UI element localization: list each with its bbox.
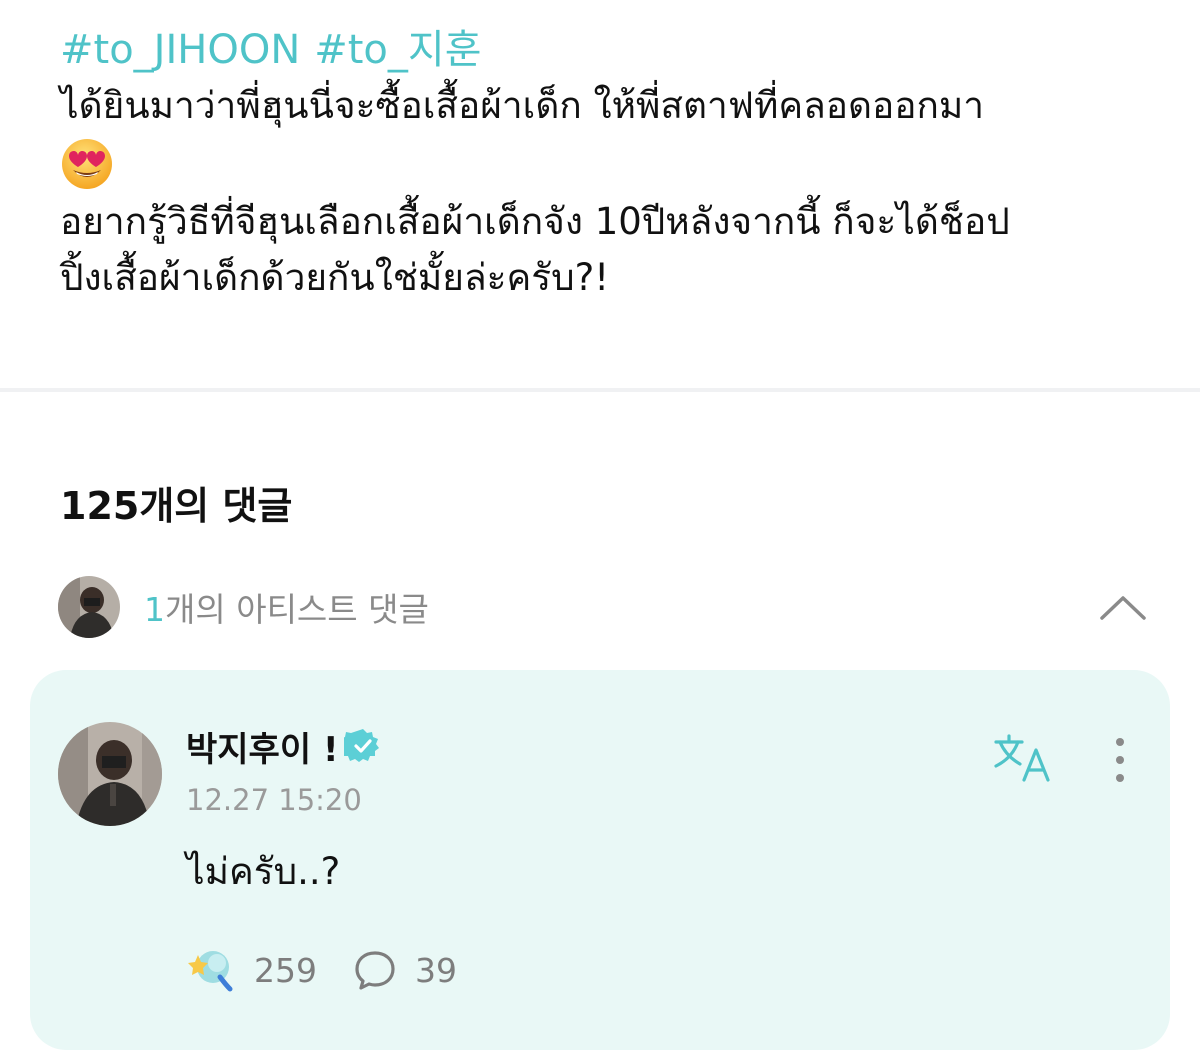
post-detail-page: #to_JIHOON #to_지훈 ได้ยินมาว่าพี่ฮุนนี่จะซ… [0, 0, 1200, 1055]
section-divider [0, 388, 1200, 392]
artist-comments-label: 1개의 아티스트 댓글 [144, 590, 429, 629]
hashtag-link[interactable]: #to_JIHOON [60, 27, 300, 73]
comment-count-heading: 125개의 댓글 [60, 484, 293, 528]
artist-comment-card: 박지후이 ! 12.27 15:20 ไม่ครับ..? 259 39 [30, 670, 1170, 1050]
avatar [58, 576, 120, 638]
verified-badge-icon [344, 729, 380, 762]
like-reaction-icon [188, 951, 233, 992]
more-vertical-icon[interactable] [1108, 734, 1132, 786]
hashtag-row: #to_JIHOON #to_지훈 [60, 22, 1160, 78]
like-reaction[interactable]: 259 [186, 947, 317, 993]
like-count: 259 [254, 950, 317, 990]
comment-bubble-icon [355, 951, 395, 990]
post-text-line: อยากรู้วิธีที่จีฮุนเลือกเสื้อผ้าเด็กจัง … [60, 200, 1010, 243]
comment-author[interactable]: 박지후이 ! [186, 722, 382, 770]
avatar[interactable] [58, 722, 162, 826]
post-text-line: ปิ้งเสื้อผ้าเด็กด้วยกันใช่มั้ยล่ะครับ?! [60, 256, 610, 299]
translate-icon[interactable] [992, 732, 1054, 784]
heart-eyes-emoji-icon [62, 139, 112, 189]
comment-timestamp: 12.27 15:20 [186, 783, 362, 817]
post-text-line: ได้ยินมาว่าพี่ฮุนนี่จะซื้อเสื้อผ้าเด็ก ใ… [60, 84, 985, 127]
author-name: 박지후이 ! [186, 729, 339, 770]
comment-text: ไม่ครับ..? [186, 850, 341, 893]
artist-comments-toggle[interactable]: 1개의 아티스트 댓글 [58, 576, 1148, 638]
reply-reaction[interactable]: 39 [353, 949, 457, 991]
post-body: #to_JIHOON #to_지훈 ได้ยินมาว่าพี่ฮุนนี่จะซ… [60, 22, 1160, 306]
comment-reactions: 259 39 [186, 942, 493, 998]
emoji-line [60, 134, 1160, 194]
hashtag-link[interactable]: #to_지훈 [314, 27, 481, 73]
chevron-up-icon[interactable] [1098, 590, 1148, 624]
reply-count: 39 [415, 950, 457, 990]
